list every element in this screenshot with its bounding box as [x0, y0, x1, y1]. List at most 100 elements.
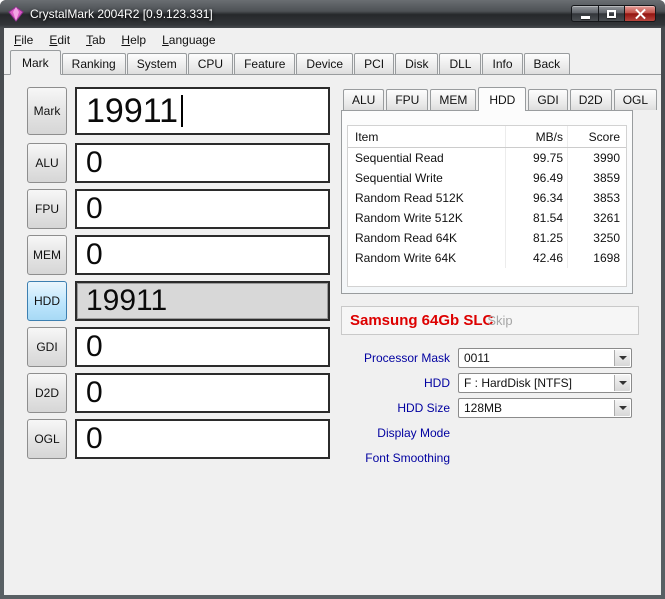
result-tabbar: ALU FPU MEM HDD GDI D2D OGL [341, 87, 658, 111]
hdd-score-display: 19911 [75, 281, 330, 321]
cell-mbs: 81.54 [506, 208, 568, 228]
app-icon[interactable] [8, 6, 24, 22]
score-row-fpu: FPU 0 [27, 189, 330, 229]
device-info-box: Samsung 64Gb SLC Skip [341, 306, 639, 335]
table-row: Random Read 64K 81.25 3250 [348, 228, 626, 248]
processor-mask-dropdown-button[interactable] [614, 350, 630, 366]
tab-back[interactable]: Back [523, 53, 571, 74]
text-caret [181, 95, 184, 127]
table-row: Random Read 512K 96.34 3853 [348, 188, 626, 208]
col-header-mbs: MB/s [506, 126, 568, 147]
d2d-score-display: 0 [75, 373, 330, 413]
hdd-size-value: 128MB [464, 401, 503, 415]
mark-score-value: 19911 [86, 91, 179, 130]
app-window: CrystalMark 2004R2 [0.9.123.331] File Ed… [0, 0, 665, 599]
tab-disk[interactable]: Disk [395, 53, 439, 74]
table-row: Sequential Write 96.49 3859 [348, 168, 626, 188]
alu-button[interactable]: ALU [27, 143, 67, 183]
form-row-hdd: HDD F : HardDisk [NTFS] [341, 373, 639, 393]
device-name: Samsung 64Gb SLC [350, 312, 494, 329]
close-button[interactable] [625, 5, 656, 22]
result-tab-hdd[interactable]: HDD [478, 87, 527, 111]
window-controls [571, 5, 656, 22]
alu-score-value: 0 [86, 146, 103, 179]
menu-file[interactable]: File [6, 29, 41, 51]
mark-button[interactable]: Mark [27, 87, 67, 135]
result-tab-alu[interactable]: ALU [343, 89, 385, 110]
chevron-down-icon [618, 406, 627, 410]
chevron-down-icon [618, 381, 627, 385]
col-header-item: Item [348, 126, 506, 147]
table-header-row: Item MB/s Score [348, 126, 626, 148]
menu-edit[interactable]: Edit [41, 29, 78, 51]
cell-mbs: 42.46 [506, 248, 568, 268]
score-row-d2d: D2D 0 [27, 373, 330, 413]
mark-score-display: 19911 [75, 87, 330, 135]
score-row-gdi: GDI 0 [27, 327, 330, 367]
tab-device[interactable]: Device [296, 53, 354, 74]
table-row: Random Write 64K 42.46 1698 [348, 248, 626, 268]
cell-score: 3859 [593, 171, 620, 185]
cell-item: Random Read 64K [348, 228, 506, 248]
hdd-size-dropdown-button[interactable] [614, 400, 630, 416]
tab-pci[interactable]: PCI [354, 53, 395, 74]
d2d-score-value: 0 [86, 376, 103, 409]
menu-language[interactable]: Language [154, 29, 223, 51]
table-row: Sequential Read 99.75 3990 [348, 148, 626, 168]
tab-ranking[interactable]: Ranking [61, 53, 126, 74]
d2d-button[interactable]: D2D [27, 373, 67, 413]
fpu-score-display: 0 [75, 189, 330, 229]
score-row-alu: ALU 0 [27, 143, 330, 183]
tab-mark[interactable]: Mark [10, 50, 61, 75]
result-tab-fpu[interactable]: FPU [386, 89, 429, 110]
hdd-size-select[interactable]: 128MB [458, 398, 632, 418]
result-tab-d2d[interactable]: D2D [569, 89, 612, 110]
ogl-button[interactable]: OGL [27, 419, 67, 459]
cell-item: Sequential Write [348, 168, 506, 188]
processor-mask-value: 0011 [464, 351, 490, 365]
cell-item: Sequential Read [348, 148, 506, 168]
maximize-button[interactable] [598, 5, 625, 22]
alu-score-display: 0 [75, 143, 330, 183]
form-row-processor-mask: Processor Mask 0011 [341, 348, 639, 368]
window-title: CrystalMark 2004R2 [0.9.123.331] [30, 7, 213, 21]
titlebar[interactable]: CrystalMark 2004R2 [0.9.123.331] [0, 0, 665, 28]
gdi-score-value: 0 [86, 330, 103, 363]
menu-help[interactable]: Help [113, 29, 154, 51]
minimize-button[interactable] [571, 5, 598, 22]
cell-mbs: 96.34 [506, 188, 568, 208]
settings-form: Processor Mask 0011 HDD F : HardDisk [NT… [341, 348, 639, 468]
ogl-score-display: 0 [75, 419, 330, 459]
cell-mbs: 99.75 [506, 148, 568, 168]
hdd-select[interactable]: F : HardDisk [NTFS] [458, 373, 632, 393]
score-row-ogl: OGL 0 [27, 419, 330, 459]
result-tab-mem[interactable]: MEM [430, 89, 477, 110]
score-panel: Mark 19911 ALU 0 FPU 0 MEM 0 HDD 19911 G… [27, 87, 330, 473]
hdd-dropdown-button[interactable] [614, 375, 630, 391]
fpu-button[interactable]: FPU [27, 189, 67, 229]
hdd-score-value: 19911 [86, 284, 168, 317]
main-tabbar: Mark Ranking System CPU Feature Device P… [4, 50, 661, 75]
tab-cpu[interactable]: CPU [187, 53, 234, 74]
score-row-hdd: HDD 19911 [27, 281, 330, 321]
mem-button[interactable]: MEM [27, 235, 67, 275]
client-area: File Edit Tab Help Language Mark Ranking… [4, 28, 661, 595]
mem-score-value: 0 [86, 238, 103, 271]
gdi-button[interactable]: GDI [27, 327, 67, 367]
cell-score: 3261 [593, 211, 620, 225]
processor-mask-select[interactable]: 0011 [458, 348, 632, 368]
cell-score: 3990 [593, 151, 620, 165]
tab-info[interactable]: Info [482, 53, 523, 74]
menu-tab[interactable]: Tab [78, 29, 113, 51]
hdd-button[interactable]: HDD [27, 281, 67, 321]
cell-mbs: 81.25 [506, 228, 568, 248]
main-content: Mark 19911 ALU 0 FPU 0 MEM 0 HDD 19911 G… [4, 75, 661, 473]
tab-system[interactable]: System [126, 53, 187, 74]
result-tab-gdi[interactable]: GDI [528, 89, 568, 110]
score-row-mem: MEM 0 [27, 235, 330, 275]
form-row-display-mode: Display Mode [341, 423, 639, 443]
tab-dll[interactable]: DLL [439, 53, 482, 74]
tab-feature[interactable]: Feature [234, 53, 296, 74]
ogl-score-value: 0 [86, 422, 103, 455]
result-tab-ogl[interactable]: OGL [613, 89, 658, 110]
